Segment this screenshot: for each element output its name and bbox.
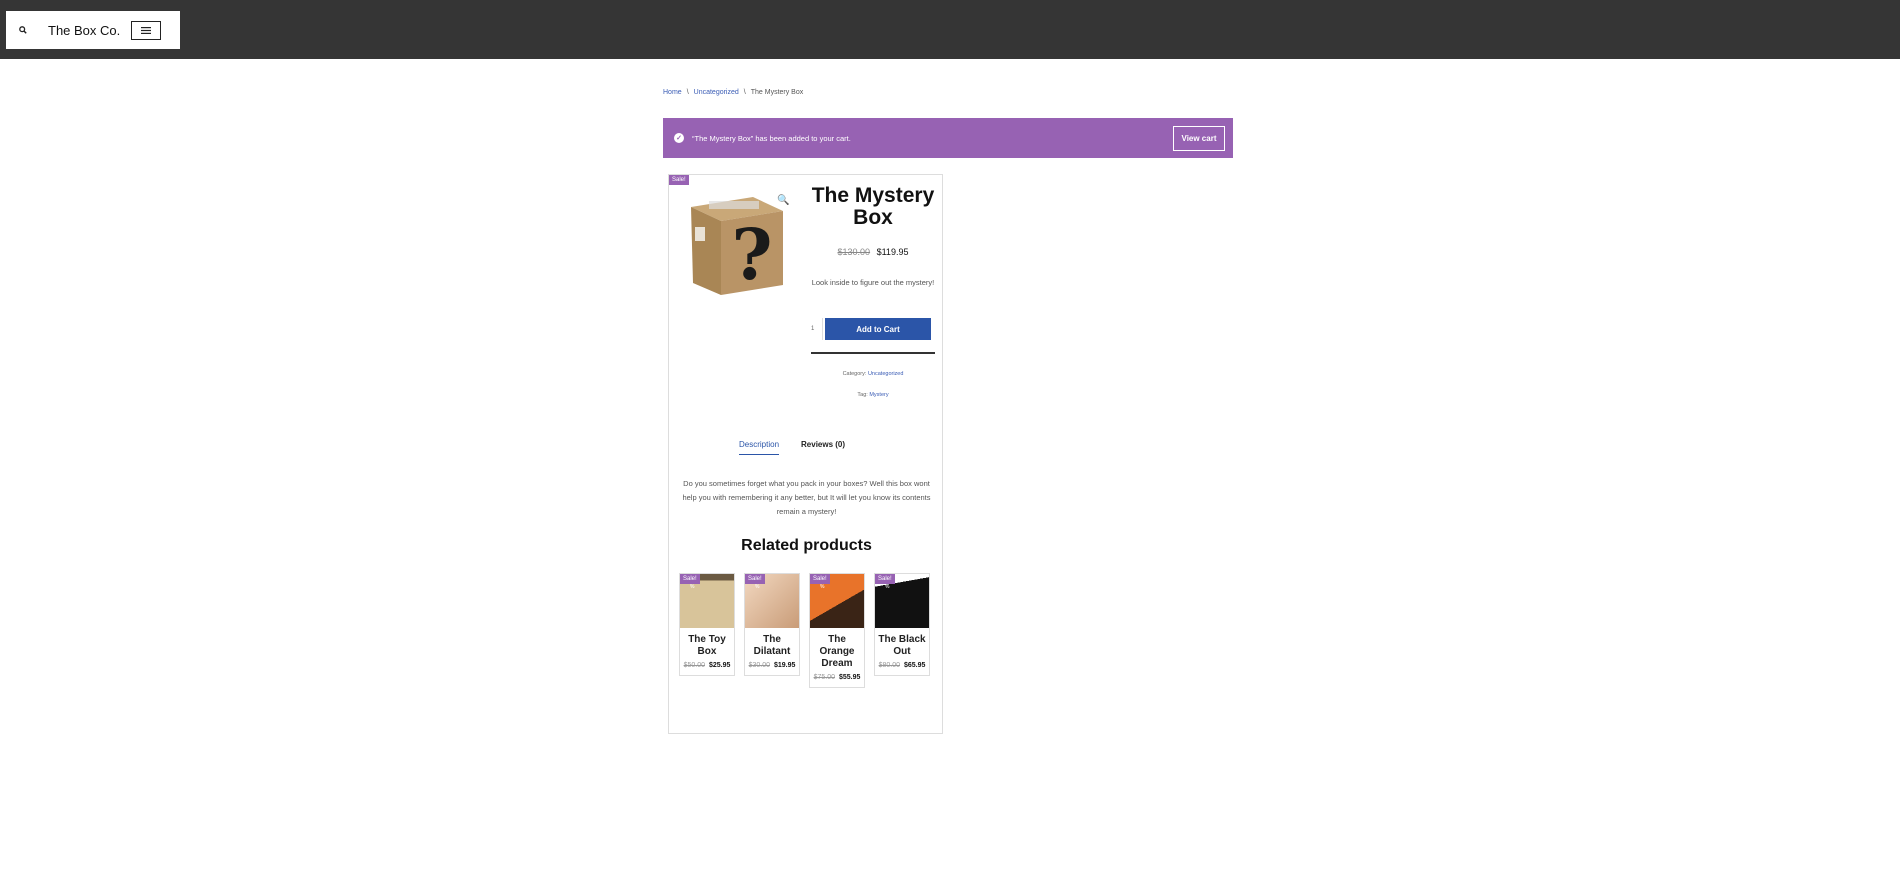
sale-badge: Sale! bbox=[810, 574, 830, 584]
view-cart-button[interactable]: View cart bbox=[1173, 125, 1225, 151]
related-product[interactable]: Sale! % The Toy Box $50.00 $25.95 bbox=[679, 573, 735, 676]
top-header: The Box Co. bbox=[0, 0, 1900, 59]
price-new: $19.95 bbox=[773, 662, 796, 669]
related-product-name[interactable]: The Orange Dream bbox=[810, 634, 864, 670]
related-product-name[interactable]: The Toy Box bbox=[680, 634, 734, 658]
quantity-input[interactable]: 1 bbox=[811, 318, 823, 340]
related-product[interactable]: Sale! % The Dilatant $30.00 $19.95 bbox=[744, 573, 800, 676]
category-label: Category: bbox=[842, 371, 867, 377]
notice-message: “The Mystery Box” has been added to your… bbox=[692, 133, 851, 143]
svg-text:?: ? bbox=[731, 213, 772, 296]
product-card: Sale! ? 🔍 The Mystery Box $130.00 $119.9… bbox=[668, 174, 943, 734]
price-new: $119.95 bbox=[876, 247, 909, 257]
zoom-icon[interactable]: 🔍 bbox=[777, 195, 789, 206]
percent-badge: % bbox=[755, 584, 760, 590]
price-new: $65.95 bbox=[903, 662, 926, 669]
breadcrumb-separator: \ bbox=[743, 89, 746, 96]
search-button[interactable] bbox=[6, 11, 40, 49]
category-link[interactable]: Uncategorized bbox=[868, 371, 903, 377]
related-product-image[interactable]: Sale! % bbox=[745, 574, 799, 628]
cart-notice: ✓ “The Mystery Box” has been added to yo… bbox=[663, 118, 1233, 158]
related-product-price: $75.00 $55.95 bbox=[810, 674, 864, 681]
tab-description[interactable]: Description bbox=[739, 440, 780, 455]
product-price: $130.00 $119.95 bbox=[811, 247, 935, 257]
price-new: $55.95 bbox=[838, 674, 861, 681]
hamburger-icon bbox=[141, 26, 151, 34]
sale-badge: Sale! bbox=[669, 175, 689, 185]
price-old: $75.00 bbox=[813, 674, 836, 681]
breadcrumb-home[interactable]: Home bbox=[663, 89, 682, 96]
percent-badge: % bbox=[820, 584, 825, 590]
short-description: Look inside to figure out the mystery! bbox=[811, 278, 935, 287]
description-text: Do you sometimes forget what you pack in… bbox=[682, 479, 931, 516]
price-old: $130.00 bbox=[837, 247, 871, 257]
brand-box: The Box Co. bbox=[6, 11, 180, 49]
sale-badge: Sale! bbox=[680, 574, 700, 584]
related-heading: Related products bbox=[741, 537, 872, 554]
tab-reviews[interactable]: Reviews (0) bbox=[801, 440, 845, 455]
product-category: Category: Uncategorized bbox=[811, 371, 935, 377]
divider bbox=[811, 352, 935, 354]
related-product-price: $30.00 $19.95 bbox=[745, 662, 799, 669]
related-product-image[interactable]: Sale! % bbox=[680, 574, 734, 628]
breadcrumb: Home \ Uncategorized \ The Mystery Box bbox=[663, 89, 803, 96]
related-product-image[interactable]: Sale! % bbox=[810, 574, 864, 628]
price-old: $50.00 bbox=[683, 662, 706, 669]
related-product-name[interactable]: The Black Out bbox=[875, 634, 929, 658]
sale-badge: Sale! bbox=[875, 574, 895, 584]
price-old: $30.00 bbox=[748, 662, 771, 669]
tag-link[interactable]: Mystery bbox=[869, 392, 888, 398]
related-product-price: $50.00 $25.95 bbox=[680, 662, 734, 669]
product-tabs: Description Reviews (0) bbox=[739, 440, 845, 455]
breadcrumb-separator: \ bbox=[686, 89, 689, 96]
related-product-name[interactable]: The Dilatant bbox=[745, 634, 799, 658]
related-product[interactable]: Sale! % The Black Out $80.00 $65.95 bbox=[874, 573, 930, 676]
sale-badge: Sale! bbox=[745, 574, 765, 584]
breadcrumb-category[interactable]: Uncategorized bbox=[694, 89, 739, 96]
related-product[interactable]: Sale! % The Orange Dream $75.00 $55.95 bbox=[809, 573, 865, 688]
menu-button[interactable] bbox=[131, 20, 161, 40]
product-tag: Tag: Mystery bbox=[811, 392, 935, 398]
product-image[interactable]: ? bbox=[683, 187, 791, 299]
tag-label: Tag: bbox=[857, 392, 868, 398]
percent-badge: % bbox=[690, 584, 695, 590]
related-product-image[interactable]: Sale! % bbox=[875, 574, 929, 628]
related-product-price: $80.00 $65.95 bbox=[875, 662, 929, 669]
price-old: $80.00 bbox=[878, 662, 901, 669]
add-to-cart-button[interactable]: Add to Cart bbox=[825, 318, 931, 340]
check-icon: ✓ bbox=[674, 133, 684, 143]
search-icon bbox=[19, 26, 27, 34]
product-title: The Mystery Box bbox=[811, 184, 935, 229]
breadcrumb-current: The Mystery Box bbox=[750, 89, 804, 96]
site-title[interactable]: The Box Co. bbox=[48, 23, 128, 38]
percent-badge: % bbox=[885, 584, 890, 590]
price-new: $25.95 bbox=[708, 662, 731, 669]
